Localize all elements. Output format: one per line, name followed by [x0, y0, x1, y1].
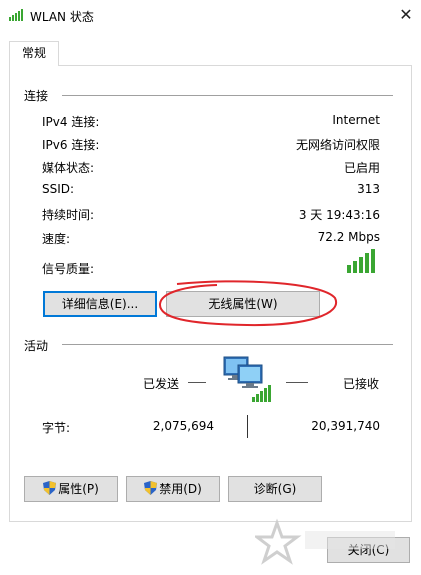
bytes-label: 字节:	[42, 421, 71, 435]
close-icon: ✕	[399, 5, 413, 24]
duration-value: 3 天 19:43:16	[298, 208, 380, 222]
bytes-sent-value: 2,075,694	[152, 419, 214, 433]
properties-button-label: 属性(P)	[58, 482, 99, 496]
speed-value: 72.2 Mbps	[317, 230, 380, 244]
diagnose-button[interactable]: 诊断(G)	[228, 476, 322, 502]
ssid-value: 313	[357, 182, 380, 196]
activity-section-label: 活动	[24, 337, 55, 354]
ipv6-value: 无网络访问权限	[295, 138, 380, 152]
ipv6-label: IPv6 连接:	[42, 138, 100, 152]
ipv4-label: IPv4 连接:	[42, 115, 100, 129]
close-button[interactable]: 关闭(C)	[327, 537, 410, 563]
duration-label: 持续时间:	[42, 208, 95, 222]
bytes-received-value: 20,391,740	[311, 419, 380, 433]
received-dash	[286, 382, 308, 383]
sent-dash	[188, 382, 206, 383]
bytes-divider	[247, 415, 248, 438]
signal-quality-label: 信号质量:	[42, 262, 95, 276]
activity-divider	[62, 344, 393, 345]
ssid-label: SSID:	[42, 182, 75, 196]
disable-button[interactable]: 禁用(D)	[126, 476, 220, 502]
signal-strength-icon	[347, 249, 375, 273]
shield-icon	[43, 481, 57, 495]
ipv4-value: Internet	[332, 113, 380, 127]
connection-divider	[62, 95, 393, 96]
wireless-properties-button[interactable]: 无线属性(W)	[166, 291, 320, 317]
received-label: 已接收	[343, 377, 380, 391]
disable-button-label: 禁用(D)	[159, 482, 202, 496]
title-bar: WLAN 状态 ✕	[0, 0, 421, 31]
sent-label: 已发送	[143, 377, 180, 391]
tab-general[interactable]: 常规	[9, 41, 59, 66]
signal-icon	[9, 9, 23, 21]
properties-button[interactable]: 属性(P)	[24, 476, 118, 502]
computer-icon	[223, 356, 271, 402]
shield-icon	[144, 481, 158, 495]
close-window-button[interactable]: ✕	[391, 0, 421, 31]
media-state-value: 已启用	[343, 161, 380, 175]
speed-label: 速度:	[42, 232, 71, 246]
details-button[interactable]: 详细信息(E)...	[43, 291, 157, 317]
window-title: WLAN 状态	[30, 10, 94, 24]
media-state-label: 媒体状态:	[42, 161, 95, 175]
connection-section-label: 连接	[24, 87, 55, 104]
